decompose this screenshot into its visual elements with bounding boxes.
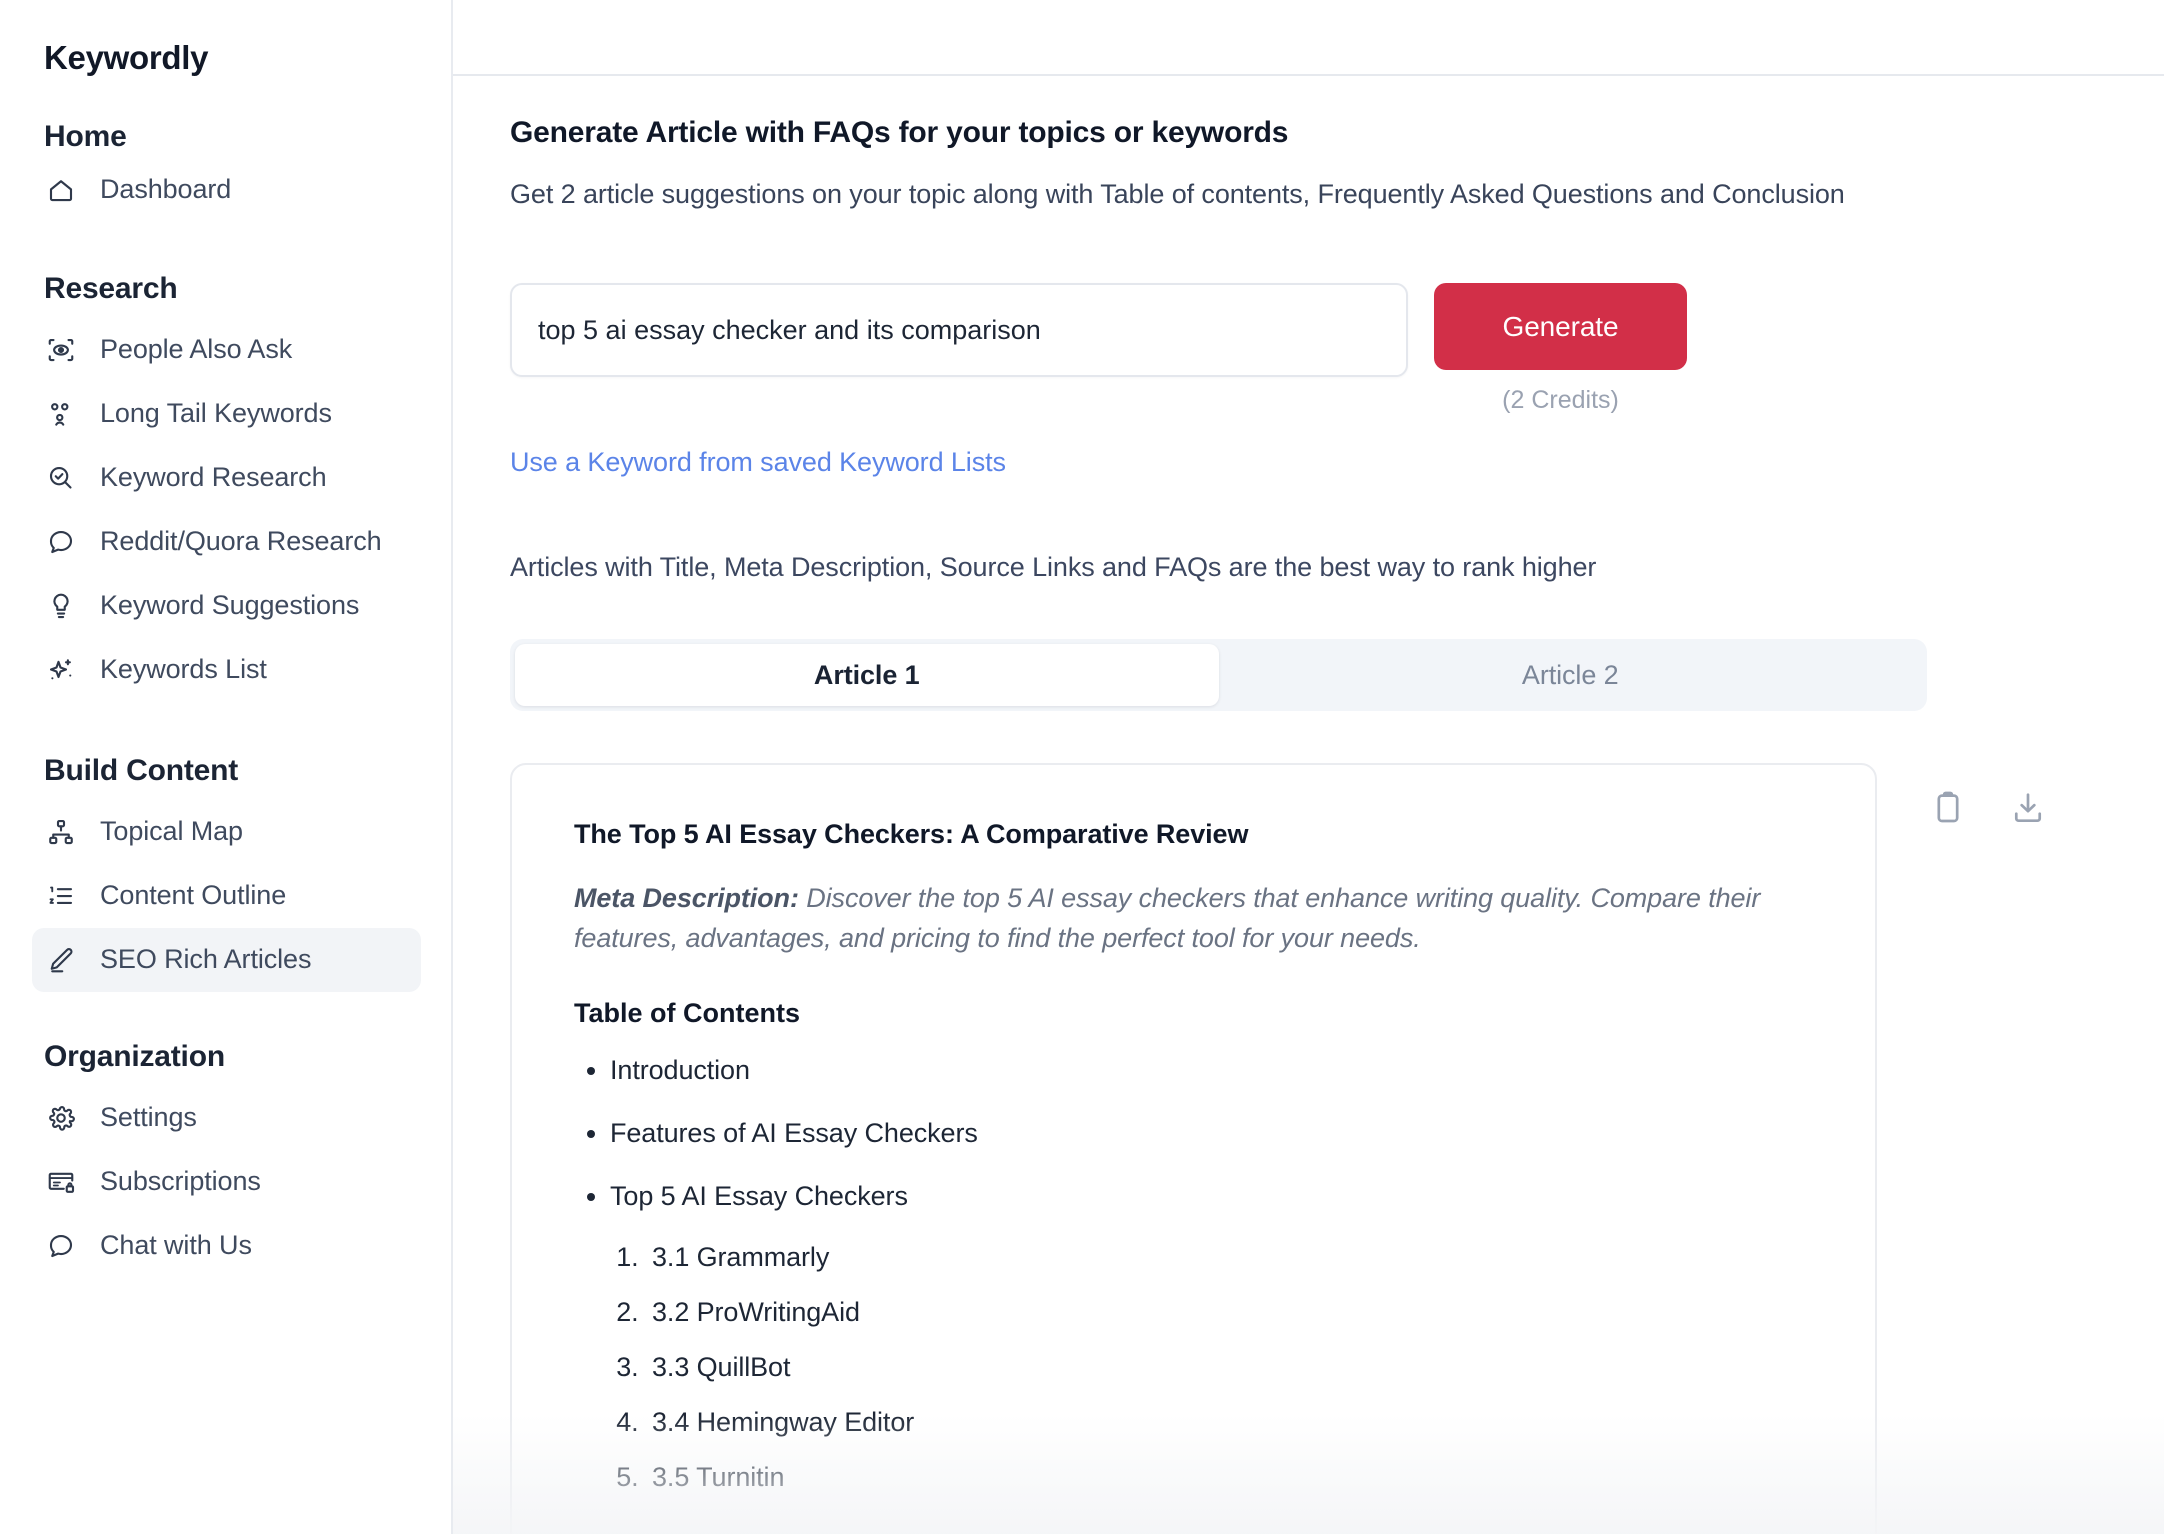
article-result-row: The Top 5 AI Essay Checkers: A Comparati… (510, 711, 2164, 1534)
pencil-icon (44, 943, 78, 977)
sidebar-item-content-outline[interactable]: Content Outline (32, 864, 421, 928)
sidebar-item-seo-rich-articles[interactable]: SEO Rich Articles (32, 927, 421, 992)
generate-button[interactable]: Generate (1434, 283, 1687, 370)
saved-keyword-lists-link[interactable]: Use a Keyword from saved Keyword Lists (510, 447, 1006, 478)
users-icon (44, 397, 78, 431)
toc-entry-label: Top 5 AI Essay Checkers (610, 1181, 908, 1212)
table-of-contents-heading: Table of Contents (574, 998, 800, 1029)
sidebar-section-build-content: Build Content (44, 753, 239, 787)
home-icon (44, 173, 78, 207)
keyword-input[interactable] (510, 283, 1408, 377)
sidebar-item-subscriptions[interactable]: Subscriptions (32, 1150, 421, 1214)
toc-sublist: 3.1 Grammarly 3.2 ProWritingAid 3.3 Quil… (646, 1242, 1813, 1493)
article-card: The Top 5 AI Essay Checkers: A Comparati… (510, 763, 1877, 1534)
sidebar-item-keywords-list[interactable]: Keywords List (32, 638, 421, 702)
list-item: Introduction (610, 1055, 1813, 1086)
sparkles-icon (44, 653, 78, 687)
sidebar-item-settings[interactable]: Settings (32, 1086, 421, 1150)
list-item: 3.2 ProWritingAid (646, 1297, 1813, 1328)
list-item: 3.5 Turnitin (646, 1462, 1813, 1493)
content-area: Generate Article with FAQs for your topi… (453, 116, 2164, 1534)
article-tabs: Article 1 Article 2 (510, 639, 1927, 711)
sidebar-section-research: Research (44, 271, 178, 305)
sidebar-item-label: Keywords List (100, 654, 267, 685)
chat-bubble-icon (44, 525, 78, 559)
top-bar (453, 0, 2164, 76)
app-root: Keywordly Home Dashboard Research People… (0, 0, 2164, 1534)
sidebar-item-keyword-research[interactable]: Keyword Research (32, 446, 421, 510)
sidebar-item-reddit-quora-research[interactable]: Reddit/Quora Research (32, 510, 421, 574)
sidebar-item-dashboard[interactable]: Dashboard (32, 158, 421, 222)
main-panel: Generate Article with FAQs for your topi… (453, 0, 2164, 1534)
sidebar-item-label: Subscriptions (100, 1166, 261, 1197)
sidebar-item-label: Content Outline (100, 880, 287, 911)
articles-hint: Articles with Title, Meta Description, S… (510, 552, 1597, 582)
page-title: Generate Article with FAQs for your topi… (510, 116, 1289, 149)
brand-logo: Keywordly (44, 39, 209, 76)
toc-entry-label: Features of AI Essay Checkers (610, 1118, 978, 1149)
list-item: 3.3 QuillBot (646, 1352, 1813, 1383)
sidebar-item-long-tail-keywords[interactable]: Long Tail Keywords (32, 382, 421, 446)
ordered-list-icon (44, 879, 78, 913)
sidebar-item-label: Keyword Suggestions (100, 590, 360, 621)
toc-entry-label: Introduction (610, 1055, 750, 1086)
copy-icon (1929, 789, 1967, 827)
sidebar-section-organization: Organization (44, 1039, 225, 1073)
sidebar-item-label: Long Tail Keywords (100, 398, 332, 429)
sidebar: Keywordly Home Dashboard Research People… (0, 0, 453, 1534)
sidebar-item-label: Reddit/Quora Research (100, 526, 382, 557)
copy-button[interactable] (1927, 787, 1969, 829)
list-item: Top 5 AI Essay Checkers 3.1 Grammarly 3.… (610, 1181, 1813, 1493)
article-meta-description: Meta Description: Discover the top 5 AI … (574, 879, 1813, 958)
article-card-actions (1927, 787, 2049, 829)
list-item: Features of AI Essay Checkers (610, 1118, 1813, 1149)
download-button[interactable] (2007, 787, 2049, 829)
download-icon (2009, 789, 2047, 827)
list-item: 3.1 Grammarly (646, 1242, 1813, 1273)
sidebar-item-label: SEO Rich Articles (100, 944, 312, 975)
list-item: 3.4 Hemingway Editor (646, 1407, 1813, 1438)
table-of-contents-list: Introduction Features of AI Essay Checke… (610, 1055, 1813, 1493)
gear-icon (44, 1101, 78, 1135)
meta-description-label: Meta Description: (574, 883, 799, 913)
sidebar-item-label: Keyword Research (100, 462, 327, 493)
card-lock-icon (44, 1165, 78, 1199)
credits-label: (2 Credits) (1502, 386, 1619, 414)
tab-article-2[interactable]: Article 2 (1219, 644, 1923, 706)
sidebar-item-label: Chat with Us (100, 1230, 252, 1261)
sidebar-item-label: Dashboard (100, 174, 232, 205)
article-title: The Top 5 AI Essay Checkers: A Comparati… (574, 819, 1249, 849)
generate-form: Generate (2 Credits) (510, 283, 2164, 415)
sidebar-item-keyword-suggestions[interactable]: Keyword Suggestions (32, 574, 421, 638)
sidebar-item-people-also-ask[interactable]: People Also Ask (32, 318, 421, 382)
lightbulb-icon (44, 589, 78, 623)
sidebar-item-label: Settings (100, 1102, 197, 1133)
sidebar-item-label: People Also Ask (100, 334, 293, 365)
search-check-icon (44, 461, 78, 495)
sidebar-item-label: Topical Map (100, 816, 243, 847)
chat-bubble-icon (44, 1229, 78, 1263)
eye-scan-icon (44, 333, 78, 367)
sidebar-item-topical-map[interactable]: Topical Map (32, 800, 421, 864)
sidebar-group-build-content: Topical Map Content Outline SEO Rich Art… (0, 800, 451, 992)
sidebar-section-home: Home (44, 119, 127, 153)
tab-article-1[interactable]: Article 1 (515, 644, 1219, 706)
sidebar-item-chat-with-us[interactable]: Chat with Us (32, 1214, 421, 1278)
page-subtitle: Get 2 article suggestions on your topic … (510, 179, 1845, 209)
hierarchy-icon (44, 815, 78, 849)
sidebar-group-research: People Also Ask Long Tail Keywords Keywo… (0, 318, 451, 702)
generate-group: Generate (2 Credits) (1434, 283, 1687, 415)
sidebar-group-home: Dashboard (0, 158, 451, 222)
sidebar-group-organization: Settings Subscriptions Chat with Us (0, 1086, 451, 1278)
